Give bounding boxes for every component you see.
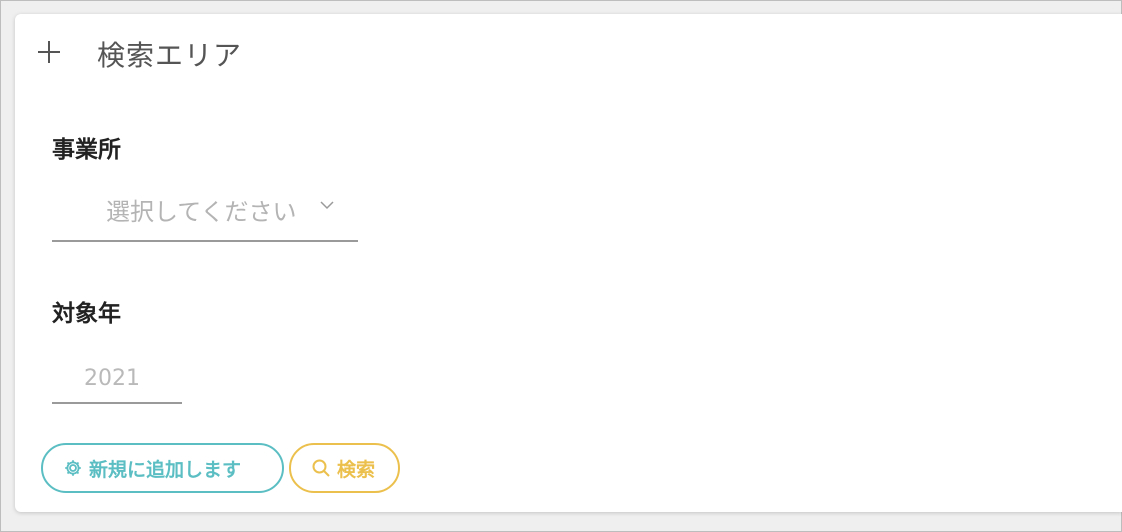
plus-icon[interactable] <box>38 41 60 63</box>
office-select-placeholder: 選択してください <box>106 198 297 226</box>
search-area-header[interactable]: 検索エリア <box>15 14 1122 90</box>
search-icon <box>312 459 330 477</box>
year-field[interactable] <box>52 354 182 404</box>
search-button[interactable]: 検索 <box>289 443 400 493</box>
add-new-button[interactable]: 新規に追加します <box>41 443 284 493</box>
gear-icon <box>65 460 81 476</box>
add-new-button-label: 新規に追加します <box>89 458 242 481</box>
year-label: 対象年 <box>52 301 121 327</box>
search-button-label: 検索 <box>337 458 376 481</box>
search-area-panel: 検索エリア 事業所 選択してください 対象年 新規に追加します 検索 <box>15 14 1122 512</box>
office-select[interactable]: 選択してください <box>52 186 358 242</box>
office-label: 事業所 <box>52 137 121 163</box>
chevron-down-icon <box>320 201 334 210</box>
search-area-title: 検索エリア <box>97 39 243 72</box>
